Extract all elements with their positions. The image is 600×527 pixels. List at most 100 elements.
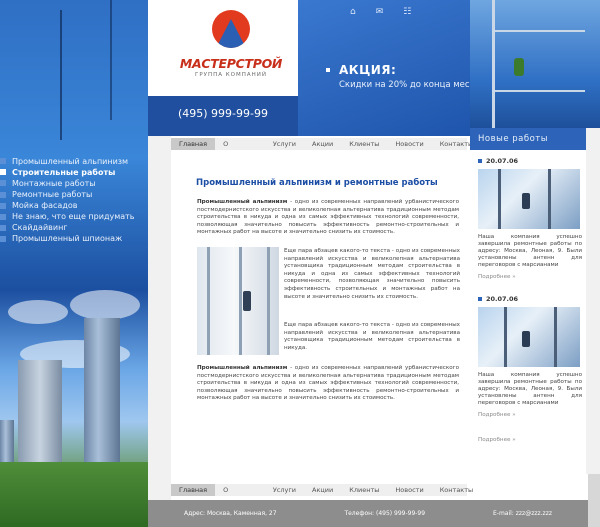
promo-text: Скидки на 20% до конца месяца! (339, 80, 490, 90)
menu-item-about[interactable]: О компании (215, 484, 265, 506)
news-more-link[interactable]: Подробнее » (478, 412, 582, 418)
news-item: 20.07.06 Наша компания успешно завершила… (478, 295, 582, 418)
glass-frame (492, 0, 585, 136)
menu-item-contacts[interactable]: Контакты (432, 484, 481, 496)
sitemap-icon[interactable]: ☷ (403, 7, 411, 17)
news-thumbnail[interactable] (478, 169, 580, 229)
promo-title: АКЦИЯ: (339, 63, 397, 77)
bullet-icon (0, 191, 6, 198)
left-nav-label: Монтажные работы (12, 178, 96, 188)
left-photo-column (0, 0, 148, 527)
footer-phone: Телефон: (495) 999-99-99 (344, 510, 426, 517)
news-text: Наша компания успешно завершила ремонтны… (478, 234, 582, 268)
bullet-icon (0, 224, 6, 231)
rope (110, 0, 112, 120)
cloud (8, 300, 68, 324)
frame-bar (504, 307, 507, 367)
rope (60, 10, 62, 140)
bullet-icon (0, 180, 6, 187)
left-nav: Промышленный альпинизм Строительные рабо… (0, 156, 148, 245)
news-thumbnail[interactable] (478, 307, 580, 367)
menu-item-services[interactable]: Услуги (265, 484, 304, 496)
footer-email[interactable]: E-mail: zzz@zzz.zzz (493, 510, 552, 517)
paragraph: Промышленный альпинизм - одно из совреме… (197, 199, 459, 237)
brand-tagline: ГРУППА КОМПАНИЙ (194, 72, 268, 78)
paragraph-bold: Промышленный альпинизм (197, 365, 288, 371)
skyscraper (84, 318, 120, 468)
news-date: 20.07.06 (478, 157, 582, 165)
brand-name-part2: СТРОЙ (235, 56, 283, 71)
news-more-link[interactable]: Подробнее » (478, 437, 516, 443)
glass-column (267, 247, 270, 355)
frame-beam (495, 90, 585, 92)
left-nav-item[interactable]: Монтажные работы (0, 178, 148, 189)
news-date: 20.07.06 (478, 295, 582, 303)
brand-name-part1: МАСТЕР (179, 56, 236, 71)
footer-edge (588, 474, 600, 527)
worker-figure (243, 291, 251, 311)
menu-item-home[interactable]: Главная (171, 138, 216, 150)
promo-marker (326, 68, 330, 72)
header-photo (470, 0, 600, 136)
footer: Адрес: Москва, Каменная, 27 Телефон: (49… (148, 500, 588, 527)
bullet-icon (0, 158, 6, 165)
bullet-icon (478, 159, 482, 163)
left-nav-item-active[interactable]: Строительные работы (0, 167, 148, 178)
frame-bar (548, 169, 551, 229)
menu-item-services[interactable]: Услуги (265, 138, 304, 150)
sidebar-title: Новые работы (470, 128, 586, 150)
bullet-icon (0, 169, 6, 176)
menu-item-news[interactable]: Новости (387, 138, 431, 150)
brand-name[interactable]: МАСТЕРСТРОЙ (172, 56, 290, 71)
page-title: Промышленный альпинизм и ремонтные работ… (196, 178, 438, 188)
left-nav-label: Промышленный альпинизм (12, 156, 129, 166)
header-icons: ⌂ ✉ ☷ (350, 7, 411, 17)
left-nav-item[interactable]: Мойка фасадов (0, 200, 148, 211)
left-nav-label: Скайдайвинг (12, 223, 68, 233)
left-nav-item[interactable]: Ремонтные работы (0, 189, 148, 200)
phone-number: (495) 999-99-99 (177, 107, 268, 120)
bullet-icon (478, 297, 482, 301)
left-nav-label: Строительные работы (12, 167, 116, 177)
menu-item-clients[interactable]: Клиенты (341, 138, 387, 150)
news-more-link[interactable]: Подробнее » (478, 274, 582, 280)
paragraph-bold: Промышленный альпинизм (197, 199, 288, 205)
cloud (70, 290, 140, 320)
left-nav-label: Мойка фасадов (12, 201, 78, 211)
left-nav-label: Ремонтные работы (12, 190, 93, 200)
gutter (148, 136, 171, 500)
content-photo (197, 247, 279, 355)
logo-icon[interactable] (212, 10, 250, 48)
gutter (586, 128, 600, 474)
bullet-icon (0, 202, 6, 209)
glass-column (239, 247, 242, 355)
news-date-text: 20.07.06 (486, 295, 519, 303)
menu-item-promos[interactable]: Акции (304, 138, 341, 150)
mail-icon[interactable]: ✉ (376, 7, 384, 17)
skyscraper (18, 360, 62, 470)
frame-beam (495, 30, 585, 32)
menu-item-clients[interactable]: Клиенты (341, 484, 387, 496)
footer-address: Адрес: Москва, Каменная, 27 (184, 510, 277, 517)
news-item: 20.07.06 Наша компания успешно завершила… (478, 157, 582, 280)
left-nav-item[interactable]: Скайдайвинг (0, 223, 148, 234)
top-menu: Главная О компании Услуги Акции Клиенты … (171, 138, 473, 160)
left-nav-item[interactable]: Не знаю, что еще придумать (0, 211, 148, 222)
bottom-menu: Главная О компании Услуги Акции Клиенты … (171, 484, 473, 506)
menu-item-news[interactable]: Новости (387, 484, 431, 496)
menu-item-about[interactable]: О компании (215, 138, 265, 160)
news-text: Наша компания успешно завершила ремонтны… (478, 372, 582, 406)
climber-figure (514, 58, 524, 76)
home-icon[interactable]: ⌂ (350, 7, 356, 17)
lawn (0, 462, 148, 527)
left-nav-item[interactable]: Промышленный альпинизм (0, 156, 148, 167)
frame-bar (554, 307, 557, 367)
frame-bar (498, 169, 501, 229)
paragraph: Еще пара абзацев какого-то текста - одно… (284, 322, 460, 351)
news-date-text: 20.07.06 (486, 157, 519, 165)
menu-item-home[interactable]: Главная (171, 484, 216, 496)
menu-item-promos[interactable]: Акции (304, 484, 341, 496)
left-nav-label: Промышленный шпионаж (12, 234, 123, 244)
mountain-icon (216, 19, 246, 48)
left-nav-item[interactable]: Промышленный шпионаж (0, 234, 148, 245)
